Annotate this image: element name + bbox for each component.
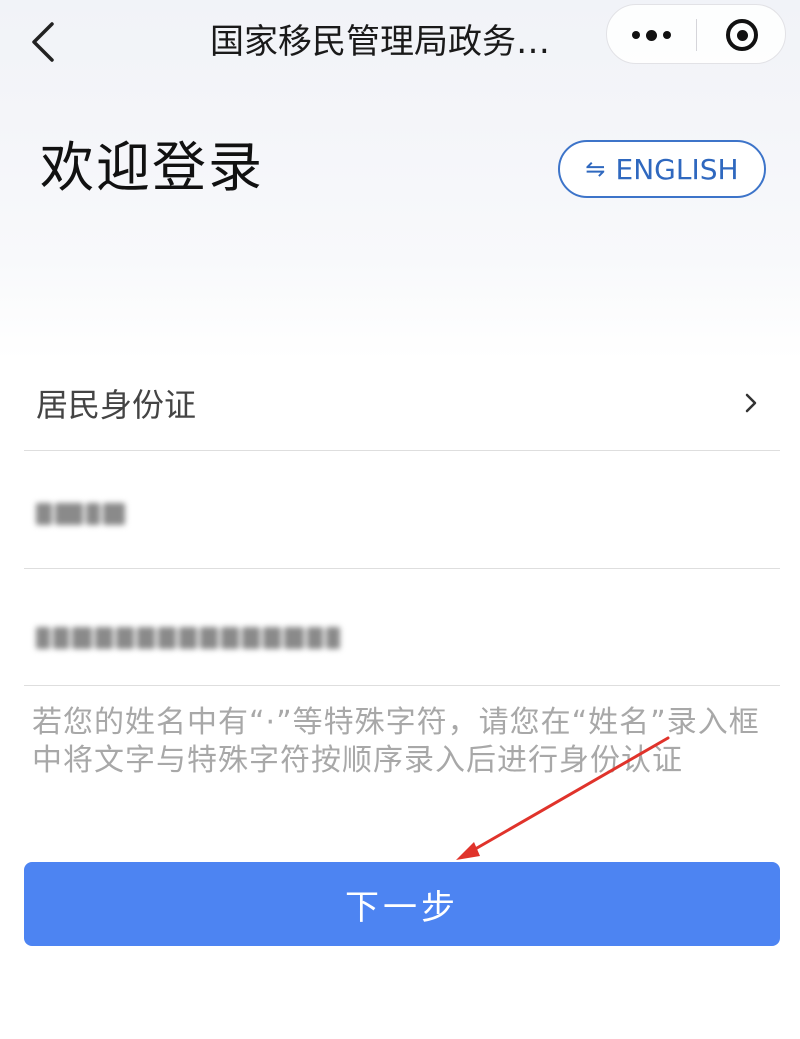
name-value-redacted — [36, 503, 125, 525]
close-button[interactable] — [697, 5, 787, 65]
back-button[interactable] — [22, 18, 62, 66]
name-field[interactable] — [24, 451, 780, 569]
swap-arrows-icon: ⇋ — [585, 155, 606, 183]
mini-program-capsule — [606, 4, 786, 64]
id-number-field[interactable] — [24, 569, 780, 686]
language-switch-button[interactable]: ⇋ ENGLISH — [558, 140, 766, 198]
special-character-hint: 若您的姓名中有“·”等特殊字符，请您在“姓名”录入框中将文字与特殊字符按顺序录入… — [32, 705, 760, 778]
id-number-value-redacted — [36, 627, 340, 649]
more-dots-icon — [632, 31, 640, 39]
chevron-left-icon — [32, 22, 54, 62]
next-step-button[interactable]: 下一步 — [24, 862, 780, 946]
more-dots-icon-center — [646, 29, 657, 41]
more-dots-icon-right — [663, 31, 671, 39]
chevron-right-icon — [745, 393, 757, 413]
page-title: 欢迎登录 — [40, 136, 264, 199]
id-type-selector[interactable]: 居民身份证 — [24, 356, 780, 451]
login-screen: 国家移民管理局政务… 欢迎登录 ⇋ ENGLISH 居民身份证 若您的姓名中有“… — [0, 0, 800, 1039]
target-circle-icon — [726, 19, 758, 51]
language-switch-label: ENGLISH — [615, 152, 739, 186]
more-button[interactable] — [607, 5, 696, 65]
id-type-value: 居民身份证 — [36, 386, 197, 424]
target-circle-core — [736, 29, 748, 41]
nav-title: 国家移民管理局政务… — [210, 22, 550, 62]
